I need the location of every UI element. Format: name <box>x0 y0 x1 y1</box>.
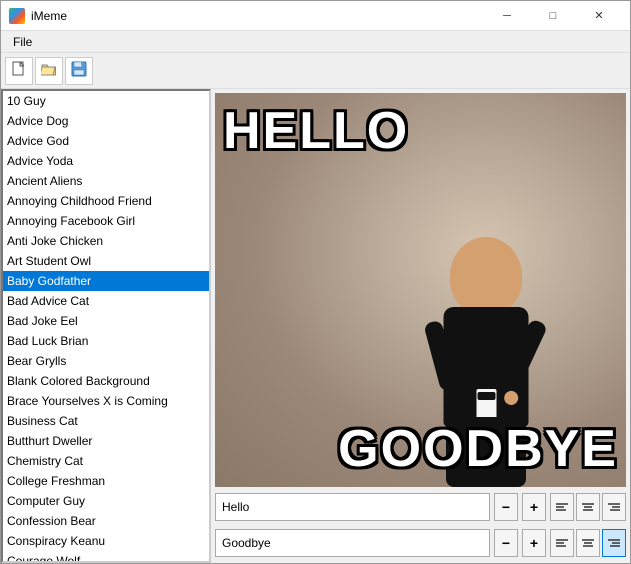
list-item[interactable]: Ancient Aliens <box>3 171 209 191</box>
meme-top-text: HELLO <box>223 101 409 161</box>
list-item[interactable]: Art Student Owl <box>3 251 209 271</box>
close-button[interactable]: ✕ <box>576 1 622 31</box>
bottom-text-minus-button[interactable]: − <box>494 529 518 557</box>
list-item[interactable]: Business Cat <box>3 411 209 431</box>
list-item[interactable]: Blank Colored Background <box>3 371 209 391</box>
top-align-right-button[interactable] <box>602 493 626 521</box>
baby-bowtie <box>477 392 495 400</box>
new-button[interactable] <box>5 57 33 85</box>
list-item[interactable]: Advice Dog <box>3 111 209 131</box>
bottom-text-plus-button[interactable]: + <box>522 529 546 557</box>
list-item[interactable]: College Freshman <box>3 471 209 491</box>
top-align-center-button[interactable] <box>576 493 600 521</box>
bottom-align-left-button[interactable] <box>550 529 574 557</box>
list-item[interactable]: Chemistry Cat <box>3 451 209 471</box>
title-bar-buttons: ─ □ ✕ <box>484 1 622 31</box>
list-item[interactable]: Courage Wolf <box>3 551 209 563</box>
list-item[interactable]: Advice Yoda <box>3 151 209 171</box>
text-row-1: − + <box>215 491 626 523</box>
baby-head <box>450 237 522 315</box>
maximize-button[interactable]: □ <box>530 1 576 31</box>
main-window: iMeme ─ □ ✕ File <box>0 0 631 564</box>
bottom-align-center-button[interactable] <box>576 529 600 557</box>
list-item[interactable]: Anti Joke Chicken <box>3 231 209 251</box>
meme-display: HELLO GOODBYE <box>215 93 626 487</box>
list-item[interactable]: Brace Yourselves X is Coming <box>3 391 209 411</box>
main-content: 10 GuyAdvice DogAdvice GodAdvice YodaAnc… <box>1 89 630 563</box>
list-item[interactable]: Annoying Childhood Friend <box>3 191 209 211</box>
bottom-align-right-button[interactable] <box>602 529 626 557</box>
open-icon <box>41 61 57 80</box>
new-icon <box>11 61 27 80</box>
title-bar: iMeme ─ □ ✕ <box>1 1 630 31</box>
list-item[interactable]: Confession Bear <box>3 511 209 531</box>
window-title: iMeme <box>31 9 67 23</box>
list-item[interactable]: Conspiracy Keanu <box>3 531 209 551</box>
right-panel: HELLO GOODBYE − + <box>211 89 630 563</box>
meme-list[interactable]: 10 GuyAdvice DogAdvice GodAdvice YodaAnc… <box>1 89 211 563</box>
list-item[interactable]: Bear Grylls <box>3 351 209 371</box>
top-align-left-button[interactable] <box>550 493 574 521</box>
meme-background: HELLO GOODBYE <box>215 93 626 487</box>
list-item[interactable]: Bad Advice Cat <box>3 291 209 311</box>
file-menu[interactable]: File <box>5 33 40 51</box>
list-item[interactable]: 10 Guy <box>3 91 209 111</box>
list-item[interactable]: Computer Guy <box>3 491 209 511</box>
minimize-button[interactable]: ─ <box>484 1 530 31</box>
top-text-minus-button[interactable]: − <box>494 493 518 521</box>
list-item[interactable]: Advice God <box>3 131 209 151</box>
bottom-align-group <box>550 529 626 557</box>
list-item[interactable]: Baby Godfather <box>3 271 209 291</box>
list-item[interactable]: Bad Joke Eel <box>3 311 209 331</box>
list-item[interactable]: Bad Luck Brian <box>3 331 209 351</box>
save-icon <box>71 61 87 80</box>
meme-bottom-text: GOODBYE <box>338 419 618 479</box>
open-button[interactable] <box>35 57 63 85</box>
app-icon <box>9 8 25 24</box>
menu-bar: File <box>1 31 630 53</box>
list-item[interactable]: Annoying Facebook Girl <box>3 211 209 231</box>
toolbar <box>1 53 630 89</box>
top-text-input[interactable] <box>215 493 490 521</box>
list-item[interactable]: Butthurt Dweller <box>3 431 209 451</box>
bottom-text-input[interactable] <box>215 529 490 557</box>
text-row-2: − + <box>215 527 626 559</box>
top-align-group <box>550 493 626 521</box>
title-bar-left: iMeme <box>9 8 67 24</box>
top-text-plus-button[interactable]: + <box>522 493 546 521</box>
save-button[interactable] <box>65 57 93 85</box>
